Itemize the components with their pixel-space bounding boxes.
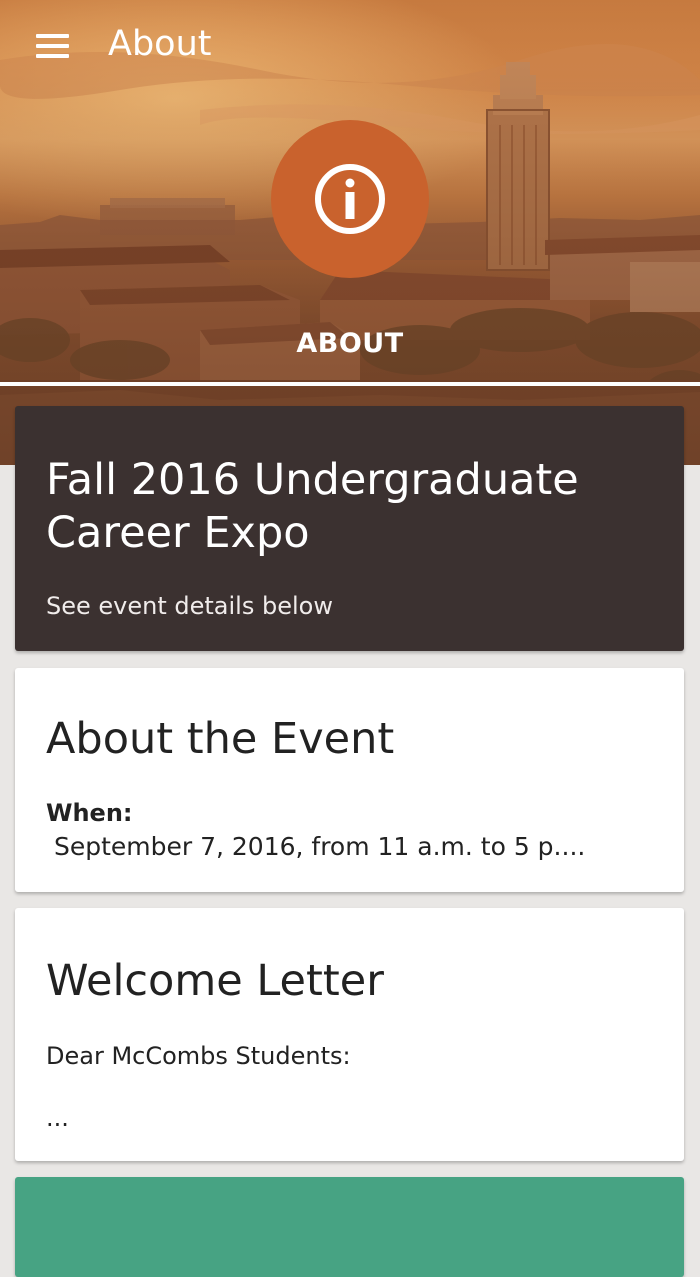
welcome-letter-heading: Welcome Letter: [46, 956, 384, 1006]
when-label: When:: [46, 799, 133, 827]
letter-ellipsis: ...: [46, 1104, 69, 1132]
hero-label: ABOUT: [296, 328, 404, 359]
event-title: Fall 2016 Undergraduate Career Expo: [46, 455, 579, 558]
app-bar: About: [0, 0, 700, 96]
about-event-card[interactable]: About the Event When: September 7, 2016,…: [15, 668, 684, 892]
about-event-heading: About the Event: [46, 714, 395, 764]
welcome-letter-card[interactable]: Welcome Letter Dear McCombs Students: ..…: [15, 908, 684, 1161]
hamburger-menu-icon[interactable]: [30, 26, 74, 66]
info-icon: [315, 164, 385, 234]
hero-banner: About ABOUT: [0, 0, 700, 465]
event-subtitle: See event details below: [46, 592, 333, 620]
about-badge: [271, 120, 429, 278]
letter-greeting: Dear McCombs Students:: [46, 1042, 351, 1070]
app-bar-title: About: [108, 24, 212, 64]
next-card[interactable]: [15, 1177, 684, 1277]
hero-divider: [0, 382, 700, 386]
event-card[interactable]: Fall 2016 Undergraduate Career Expo See …: [15, 406, 684, 651]
when-value: September 7, 2016, from 11 a.m. to 5 p..…: [46, 832, 586, 861]
